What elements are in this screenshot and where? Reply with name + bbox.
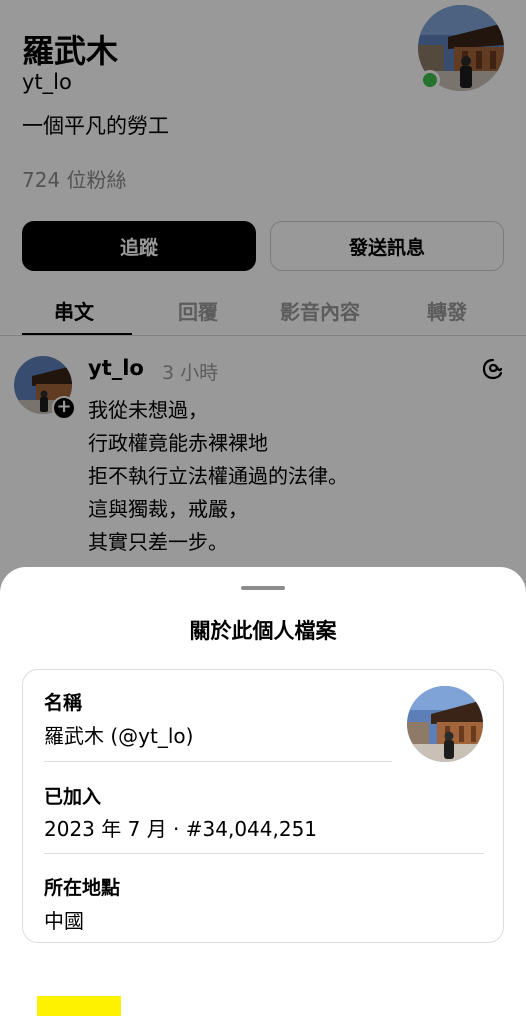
post-text-line: 我從未想過， — [88, 398, 208, 422]
sheet-title: 關於此個人檔案 — [189, 619, 337, 643]
tab-media[interactable]: 影音內容 — [280, 296, 360, 325]
profile-tabs: 串文 回覆 影音內容 轉發 — [0, 292, 526, 336]
post-text-line: 拒不執行立法權通過的法律。 — [88, 464, 348, 488]
active-tab-indicator — [22, 333, 132, 335]
tab-reposts[interactable]: 轉發 — [427, 296, 467, 325]
post-author[interactable]: yt_lo — [88, 356, 144, 380]
threads-logo-icon[interactable] — [482, 358, 504, 380]
post-text-line: 行政權竟能赤裸裸地 — [88, 431, 268, 455]
profile-info-card: 名稱 羅武木 (@yt_lo) 已加入 2023 年 7 月 · #34,044… — [22, 669, 504, 1016]
location-value: 中國 — [44, 909, 84, 933]
name-label: 名稱 — [44, 692, 83, 714]
profile-name: 羅武木 — [22, 32, 119, 70]
sheet-drag-handle[interactable] — [241, 586, 285, 590]
joined-value: 2023 年 7 月 · #34,044,251 — [44, 817, 318, 841]
location-label: 所在地點 — [44, 877, 121, 899]
info-card-avatar — [407, 686, 483, 762]
followers-count[interactable]: 724 位粉絲 — [22, 164, 127, 193]
about-profile-sheet: 關於此個人檔案 名稱 羅武木 (@yt_lo) 已加入 2023 年 7 月 ·… — [0, 567, 526, 1016]
name-value: 羅武木 (@yt_lo) — [44, 724, 194, 748]
post-text-line: 這與獨裁，戒嚴， — [88, 497, 248, 521]
online-status-dot — [420, 70, 440, 90]
profile-bio: 一個平凡的勞工 — [22, 114, 169, 138]
joined-label: 已加入 — [44, 786, 102, 808]
tab-threads[interactable]: 串文 — [54, 296, 94, 325]
tab-replies[interactable]: 回覆 — [178, 296, 218, 325]
divider — [44, 853, 484, 854]
location-highlight-mark — [37, 996, 121, 1016]
post-text-line: 其實只差一步。 — [88, 530, 228, 554]
profile-page: 羅武木 yt_lo 一個平凡的勞工 724 位粉絲 追蹤 發送訊息 串文 回覆 … — [0, 0, 526, 600]
follow-button[interactable]: 追蹤 — [22, 221, 256, 271]
profile-handle: yt_lo — [22, 70, 72, 94]
follow-plus-icon[interactable]: + — [52, 396, 76, 420]
send-message-button[interactable]: 發送訊息 — [270, 221, 504, 271]
post-timestamp: 3 小時 — [162, 362, 219, 384]
divider — [44, 761, 392, 762]
